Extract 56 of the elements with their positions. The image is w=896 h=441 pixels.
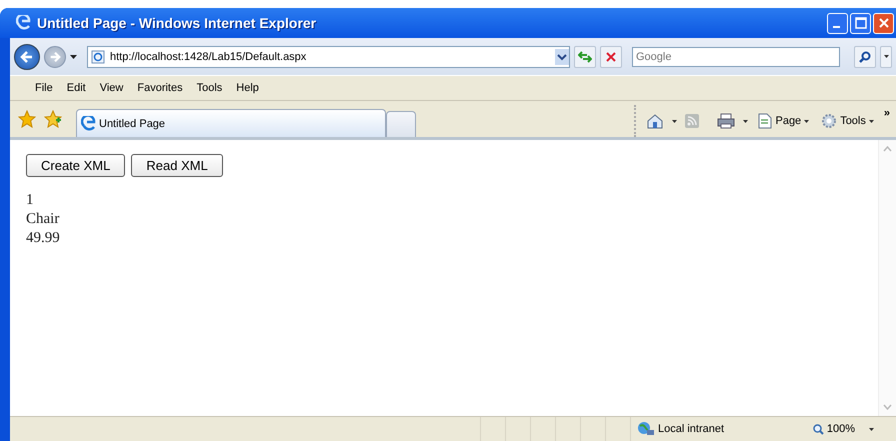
address-field[interactable]: http://localhost:1428/Lab15/Default.aspx xyxy=(87,46,570,68)
back-arrow-icon xyxy=(20,50,34,64)
menu-item[interactable]: View xyxy=(92,82,130,94)
browser-logo-icon xyxy=(81,116,97,132)
menu-item[interactable]: Edit xyxy=(60,82,93,94)
menu-item[interactable]: Favorites xyxy=(130,82,190,94)
gear-icon xyxy=(821,113,838,129)
star-icon[interactable] xyxy=(18,110,36,128)
close-icon xyxy=(878,17,890,29)
home-icon[interactable] xyxy=(646,113,664,129)
refresh-icon xyxy=(578,50,592,62)
output-text: Chair xyxy=(26,210,60,229)
stop-icon xyxy=(606,52,616,62)
print-icon[interactable] xyxy=(717,113,736,129)
globe-icon xyxy=(637,421,655,437)
browser-logo-icon xyxy=(16,15,32,31)
window-title: Untitled Page - Windows Internet Explorer xyxy=(37,15,316,31)
browser-tab[interactable]: Untitled Page xyxy=(76,109,386,137)
menu-item[interactable]: Help xyxy=(229,82,266,94)
forward-arrow-icon xyxy=(49,50,61,62)
page-icon xyxy=(758,113,772,129)
close-button[interactable] xyxy=(873,12,894,34)
more-commands-button[interactable]: » xyxy=(884,107,890,119)
back-button[interactable] xyxy=(14,44,40,70)
dropdown-arrow-icon[interactable] xyxy=(743,120,748,122)
search-button[interactable] xyxy=(854,46,876,68)
stop-button[interactable] xyxy=(600,46,622,68)
page-icon xyxy=(91,50,105,64)
magnifier-icon xyxy=(812,424,824,434)
minimize-button[interactable] xyxy=(827,12,848,34)
menu-item[interactable]: Tools xyxy=(190,82,230,94)
add-favorite-icon[interactable] xyxy=(44,110,62,128)
maximize-button[interactable] xyxy=(850,12,871,34)
caret-icon xyxy=(804,120,810,122)
output-text: 1 xyxy=(26,191,34,210)
search-icon xyxy=(859,50,871,62)
refresh-button[interactable] xyxy=(574,46,596,68)
caret-icon xyxy=(884,55,888,58)
dropdown-arrow-icon[interactable] xyxy=(70,54,77,58)
menu-item[interactable]: File xyxy=(28,82,60,94)
minimize-icon xyxy=(832,26,840,28)
search-field[interactable]: Google xyxy=(632,46,840,66)
form-button[interactable]: Create XML xyxy=(26,154,126,177)
tools-menu-button[interactable]: Tools xyxy=(819,113,876,129)
dropdown-arrow-icon[interactable] xyxy=(869,428,874,430)
security-zone-label: Local intranet xyxy=(658,423,724,435)
output-text: 49.99 xyxy=(26,229,61,248)
zoom-button[interactable]: 100% xyxy=(812,423,855,435)
page-menu-button[interactable]: Page xyxy=(756,113,812,129)
new-tab-button[interactable] xyxy=(386,111,416,137)
dropdown-icon[interactable] xyxy=(555,48,569,64)
search-options-button[interactable] xyxy=(880,46,892,68)
caret-icon xyxy=(868,120,874,122)
form-button[interactable]: Read XML xyxy=(131,154,223,177)
maximize-icon xyxy=(854,17,866,29)
dropdown-arrow-icon[interactable] xyxy=(672,120,678,122)
